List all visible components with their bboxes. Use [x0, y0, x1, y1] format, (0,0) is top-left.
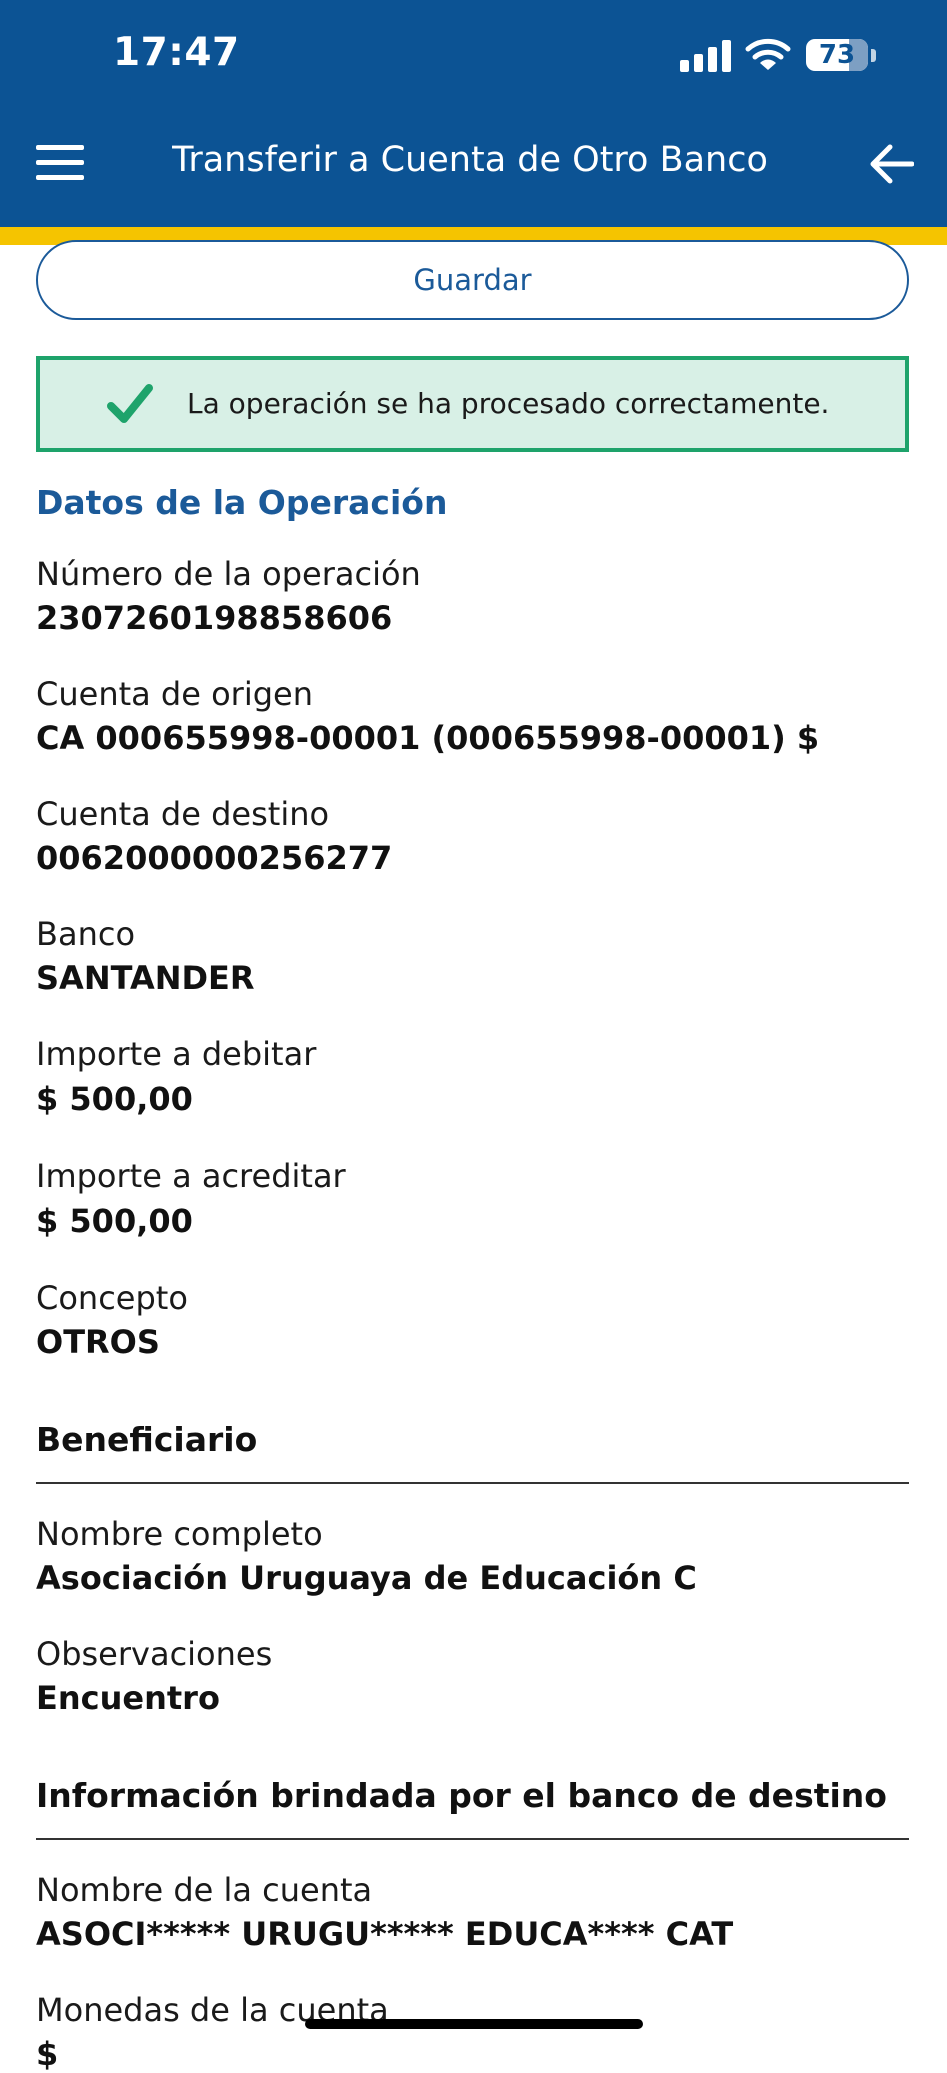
back-arrow-icon[interactable] — [868, 141, 914, 187]
section-title-operation: Datos de la Operación — [36, 483, 448, 522]
field-value-concept: OTROS — [36, 1323, 160, 1361]
field-value-full-name: Asociación Uruguaya de Educación C — [36, 1559, 697, 1597]
field-value-debit-amount: $ 500,00 — [36, 1080, 193, 1118]
field-value-credit-amount: $ 500,00 — [36, 1202, 193, 1240]
status-time: 17:47 — [113, 30, 240, 75]
section-title-destination-bank: Información brindada por el banco de des… — [36, 1776, 887, 1815]
section-divider — [36, 1838, 909, 1840]
field-label-concept: Concepto — [36, 1279, 188, 1317]
battery-icon: 73 — [806, 39, 868, 71]
field-value-operation-number: 2307260198858606 — [36, 599, 393, 637]
battery-tip — [871, 49, 876, 62]
wifi-icon — [745, 38, 791, 70]
cellular-signal-icon — [680, 40, 731, 72]
field-value-account-name: ASOCI***** URUGU***** EDUCA**** CAT — [36, 1915, 734, 1953]
page-title: Transferir a Cuenta de Otro Banco — [172, 140, 768, 180]
home-indicator[interactable] — [305, 2019, 643, 2029]
field-label-credit-amount: Importe a acreditar — [36, 1157, 346, 1195]
field-value-source-account: CA 000655998-00001 (000655998-00001) $ — [36, 719, 820, 757]
checkmark-icon — [107, 384, 153, 423]
field-label-bank: Banco — [36, 915, 136, 953]
field-label-operation-number: Número de la operación — [36, 555, 421, 593]
success-message: La operación se ha procesado correctamen… — [187, 387, 830, 420]
field-label-account-name: Nombre de la cuenta — [36, 1871, 373, 1909]
field-label-observations: Observaciones — [36, 1635, 273, 1673]
field-label-debit-amount: Importe a debitar — [36, 1035, 317, 1073]
hamburger-menu-icon[interactable] — [36, 145, 84, 181]
field-value-bank: SANTANDER — [36, 959, 255, 997]
battery-level: 73 — [818, 40, 856, 70]
save-button[interactable]: Guardar — [36, 240, 909, 320]
field-label-full-name: Nombre completo — [36, 1515, 323, 1553]
section-title-beneficiary: Beneficiario — [36, 1420, 258, 1459]
field-value-destination-account: 0062000000256277 — [36, 839, 393, 877]
field-value-observations: Encuentro — [36, 1679, 220, 1717]
field-label-source-account: Cuenta de origen — [36, 675, 313, 713]
section-divider — [36, 1482, 909, 1484]
field-value-account-currencies: $ — [36, 2035, 59, 2073]
success-alert: La operación se ha procesado correctamen… — [36, 356, 909, 452]
field-label-destination-account: Cuenta de destino — [36, 795, 330, 833]
